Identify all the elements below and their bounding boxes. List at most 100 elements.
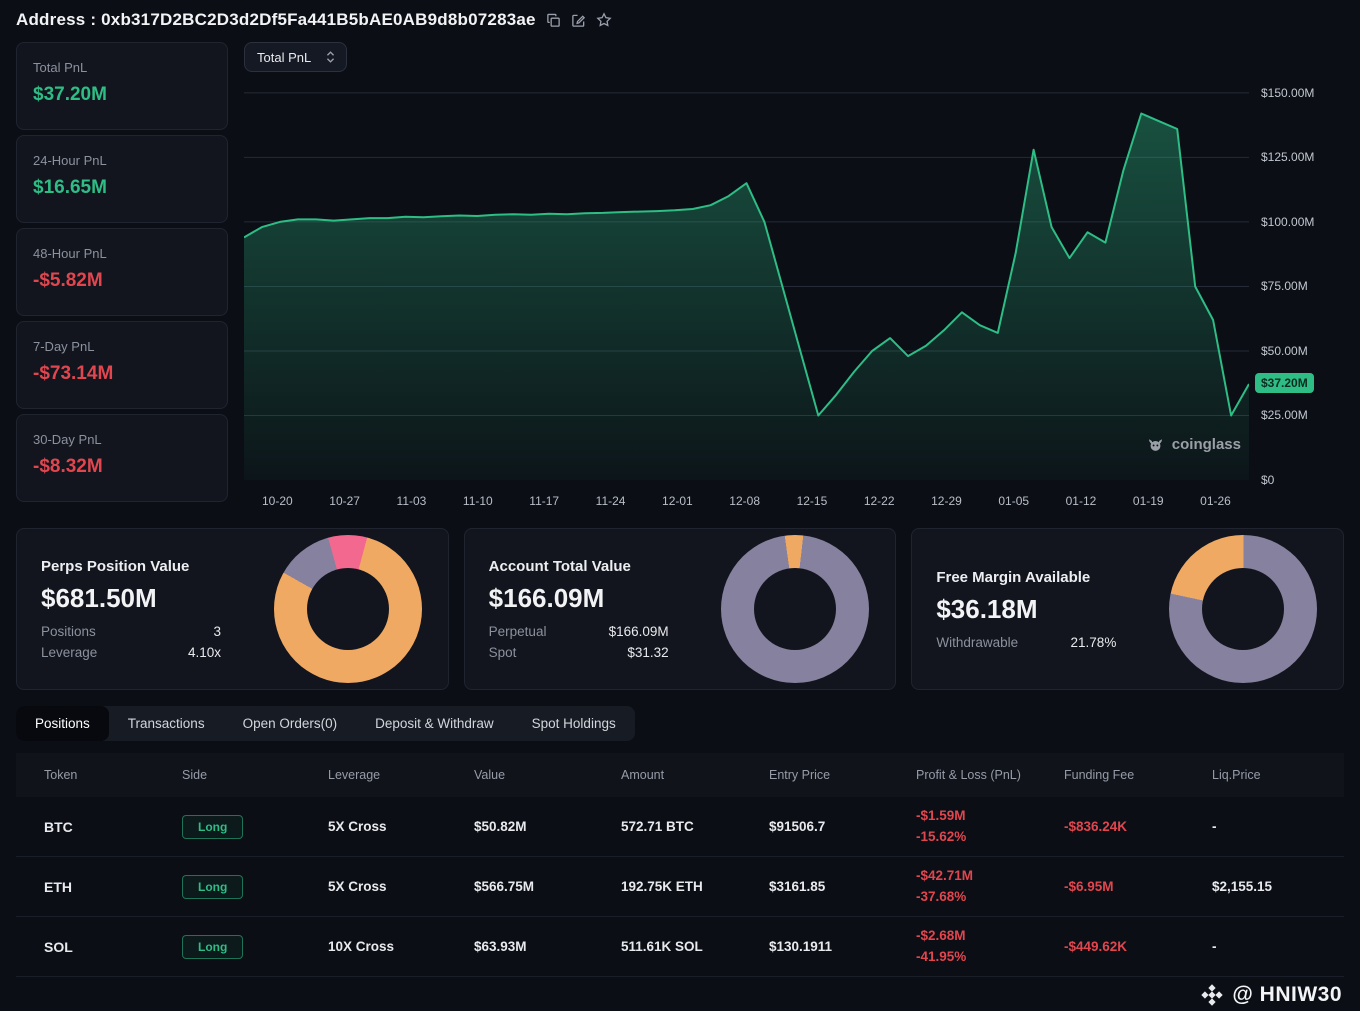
y-axis-label: $125.00M — [1261, 150, 1314, 164]
tab-positions[interactable]: Positions — [16, 706, 109, 741]
summary-row-value: 21.78% — [1071, 635, 1117, 650]
tab-deposit-withdraw[interactable]: Deposit & Withdraw — [356, 706, 513, 741]
summary-row-label: Withdrawable — [936, 635, 1018, 650]
summary-card-rows: Withdrawable 21.78% — [936, 635, 1116, 650]
summary-row-value: $166.09M — [609, 624, 669, 639]
x-axis-label: 12-01 — [662, 494, 693, 508]
summary-row-value: $31.32 — [627, 645, 668, 660]
x-axis-label: 11-24 — [596, 494, 626, 508]
trader-dashboard: Address : 0xb317D2BC2D3d2Df5Fa441B5bAE0A… — [0, 0, 1360, 1011]
tab-open-orders-0[interactable]: Open Orders(0) — [224, 706, 357, 741]
side-badge[interactable]: Long — [182, 815, 243, 839]
donut-chart — [721, 535, 869, 683]
pnl-card-label: 48-Hour PnL — [33, 246, 211, 261]
copy-icon[interactable] — [546, 13, 561, 28]
pnl-card-48-hour-pnl: 48-Hour PnL -$5.82M — [16, 228, 228, 316]
summary-row-spot: Spot$31.32 — [489, 645, 669, 660]
tab-spot-holdings[interactable]: Spot Holdings — [513, 706, 635, 741]
value-cell: $63.93M — [474, 939, 621, 954]
summary-row-value: 3 — [213, 624, 221, 639]
summary-card-info: Perps Position Value $681.50M Positions3Le… — [41, 558, 221, 660]
pnl-percent: -15.62% — [916, 827, 1064, 848]
column-header-amount: Amount — [621, 768, 769, 782]
x-axis-label: 12-08 — [729, 494, 760, 508]
x-axis: 10-2010-2711-0311-1011-1711-2412-0112-08… — [244, 494, 1249, 508]
pnl-card-value: -$73.14M — [33, 363, 211, 385]
summary-card-value: $681.50M — [41, 583, 221, 614]
amount-cell: 511.61K SOL — [621, 939, 769, 954]
x-axis-label: 10-27 — [329, 494, 360, 508]
summary-card-title: Perps Position Value — [41, 558, 221, 575]
entry-price-cell: $3161.85 — [769, 879, 916, 894]
summary-card-perps-position-value: Perps Position Value $681.50M Positions3Le… — [16, 528, 449, 690]
funding-fee-cell: -$449.62K — [1064, 939, 1212, 954]
summary-card-account-total-value: Account Total Value$166.09MPerpetual$166… — [464, 528, 897, 690]
summary-card-title: Free Margin Available — [936, 569, 1116, 586]
summary-row-perpetual: Perpetual$166.09M — [489, 624, 669, 639]
summary-card-rows: Positions3Leverage4.10x — [41, 624, 221, 660]
column-header-liq-price: Liq.Price — [1212, 768, 1344, 782]
chart-metric-select-value: Total PnL — [257, 50, 311, 65]
x-axis-label: 01-26 — [1200, 494, 1231, 508]
donut-chart — [274, 535, 422, 683]
funding-fee-cell: -$836.24K — [1064, 819, 1212, 834]
x-axis-label: 11-03 — [397, 494, 427, 508]
x-axis-label: 12-29 — [931, 494, 962, 508]
y-axis-label: $150.00M — [1261, 86, 1314, 100]
x-axis-label: 01-19 — [1133, 494, 1164, 508]
y-axis-label: $75.00M — [1261, 279, 1308, 293]
positions-table-body: BTCLong5X Cross$50.82M572.71 BTC$91506.7… — [16, 797, 1344, 977]
summary-card-rows: Perpetual$166.09M Spot$31.32 — [489, 624, 669, 660]
pnl-card-label: 7-Day PnL — [33, 339, 211, 354]
side-badge[interactable]: Long — [182, 935, 243, 959]
star-icon[interactable] — [596, 12, 612, 28]
side-cell: Long — [182, 935, 328, 959]
donut-hole — [754, 568, 836, 650]
token-cell: ETH — [44, 879, 182, 895]
x-axis-label: 01-12 — [1066, 494, 1097, 508]
pnl-percent: -37.68% — [916, 887, 1064, 908]
column-header-profit-loss-pnl: Profit & Loss (PnL) — [916, 768, 1064, 782]
x-axis-label: 10-20 — [262, 494, 293, 508]
pnl-cell: -$1.59M-15.62% — [916, 806, 1064, 848]
edit-icon[interactable] — [571, 13, 586, 28]
page-header: Address : 0xb317D2BC2D3d2Df5Fa441B5bAE0A… — [16, 0, 1344, 42]
tab-transactions[interactable]: Transactions — [109, 706, 224, 741]
pnl-card-30-day-pnl: 30-Day PnL-$8.32M — [16, 414, 228, 502]
chart-metric-select[interactable]: Total PnL — [244, 42, 347, 72]
summary-card-free-margin-available: Free Margin Available$36.18MWithdrawable… — [911, 528, 1344, 690]
pnl-card-label: 30-Day PnL — [33, 432, 211, 447]
pnl-chart-section: Total PnL $37.20M $150.00M$125.00M$100.0… — [244, 42, 1344, 508]
summary-row-withdrawable: Withdrawable 21.78% — [936, 635, 1116, 650]
pnl-area-chart[interactable]: $37.20M $150.00M$125.00M$100.00M$75.00M$… — [244, 80, 1249, 480]
summary-card-value: $166.09M — [489, 583, 669, 614]
select-chevrons-icon — [325, 50, 336, 64]
summary-row-value: 4.10x — [188, 645, 221, 660]
x-axis-label: 11-10 — [463, 494, 493, 508]
pnl-percent: -41.95% — [916, 947, 1064, 968]
page-watermark-text: @ HNIW30 — [1232, 983, 1342, 1007]
pnl-cell: -$42.71M-37.68% — [916, 866, 1064, 908]
leverage-cell: 5X Cross — [328, 819, 474, 834]
token-cell: BTC — [44, 819, 182, 835]
positions-table: TokenSideLeverageValueAmountEntry PriceP… — [16, 753, 1344, 977]
pnl-card-24-hour-pnl: 24-Hour PnL$16.65M — [16, 135, 228, 223]
column-header-leverage: Leverage — [328, 768, 474, 782]
pnl-cell: -$2.68M-41.95% — [916, 926, 1064, 968]
positions-table-header: TokenSideLeverageValueAmountEntry PriceP… — [16, 753, 1344, 797]
donut-hole — [1202, 568, 1284, 650]
pnl-card-total-pnl: Total PnL$37.20M — [16, 42, 228, 130]
pnl-amount: -$2.68M — [916, 926, 1064, 947]
address-title: Address : 0xb317D2BC2D3d2Df5Fa441B5bAE0A… — [16, 10, 536, 30]
column-header-value: Value — [474, 768, 621, 782]
leverage-cell: 10X Cross — [328, 939, 474, 954]
chart-canvas — [244, 80, 1249, 480]
pnl-card-value: -$5.82M — [33, 270, 211, 292]
summary-card-info: Account Total Value$166.09MPerpetual$166… — [489, 558, 669, 660]
column-header-entry-price: Entry Price — [769, 768, 916, 782]
side-badge[interactable]: Long — [182, 875, 243, 899]
coinglass-watermark-text: coinglass — [1172, 436, 1241, 453]
pnl-amount: -$1.59M — [916, 806, 1064, 827]
y-axis-label: $25.00M — [1261, 408, 1308, 422]
y-axis-label: $0 — [1261, 473, 1274, 487]
